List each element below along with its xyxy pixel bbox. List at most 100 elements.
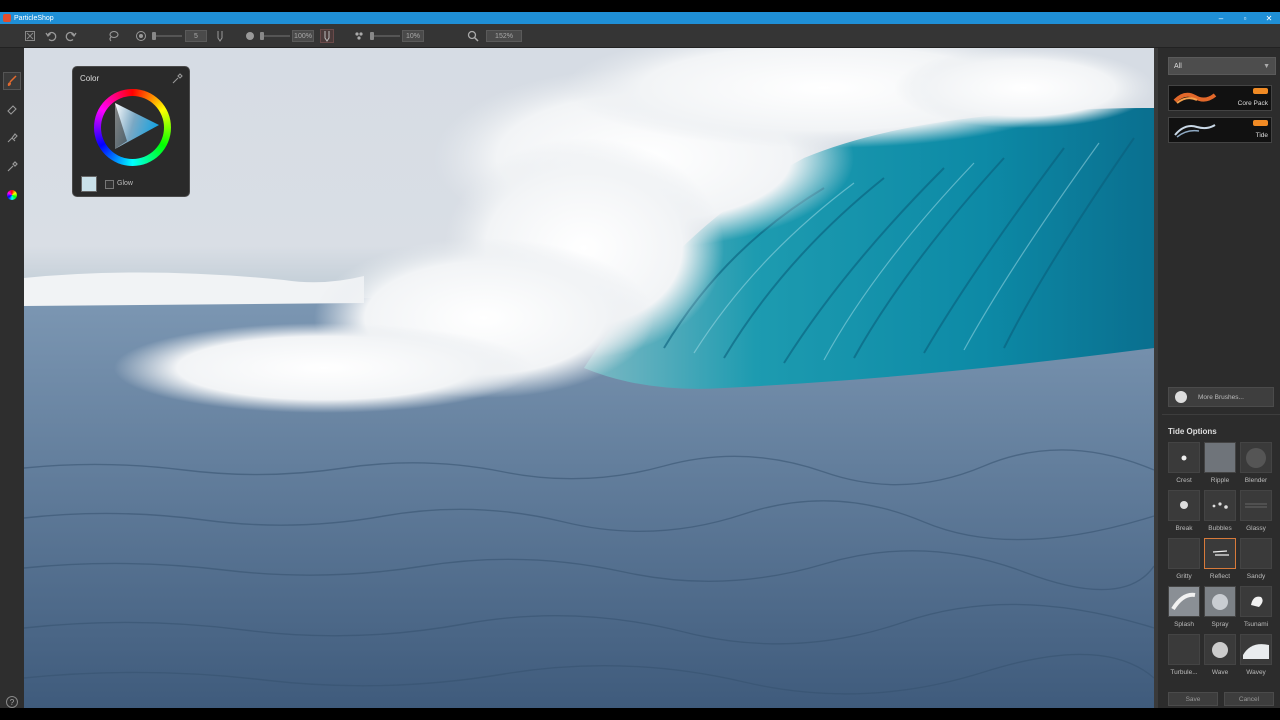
brush-thumbnail <box>1240 442 1272 473</box>
pressure-size-toggle[interactable] <box>213 29 227 43</box>
brush-thumbnail <box>1168 634 1200 665</box>
opacity-field[interactable]: 100% <box>292 30 314 42</box>
opacity-icon <box>243 29 257 43</box>
window-controls: – ▫ ✕ <box>1216 12 1274 24</box>
clear-icon <box>25 31 35 41</box>
brush-size-slider[interactable] <box>152 32 182 40</box>
brush-gritty[interactable]: Gritty <box>1168 538 1200 584</box>
current-color-swatch[interactable] <box>81 176 97 192</box>
stamp-tool[interactable] <box>3 129 21 147</box>
minimize-button[interactable]: – <box>1216 14 1226 23</box>
zoom-button[interactable] <box>466 29 480 43</box>
opacity-slider[interactable] <box>260 32 290 40</box>
pack-badge <box>1253 120 1268 126</box>
window-title: ParticleShop <box>14 14 54 22</box>
brush-thumbnail <box>1168 538 1200 569</box>
color-panel: Color Glow <box>72 66 190 197</box>
lasso-button[interactable] <box>106 29 120 43</box>
title-bar: ParticleShop – ▫ ✕ <box>0 12 1280 24</box>
brush-size-field[interactable]: 5 <box>185 30 207 42</box>
brush-spray[interactable]: Spray <box>1204 586 1236 632</box>
undo-button[interactable] <box>44 29 58 43</box>
brush-thumbnail <box>1240 490 1272 521</box>
brush-label: Crest <box>1176 477 1192 484</box>
flow-slider[interactable] <box>370 32 400 40</box>
divider <box>1162 414 1280 415</box>
brush-label: Gritty <box>1176 573 1192 580</box>
canvas-image-wave[interactable] <box>24 48 1154 708</box>
color-panel-title: Color <box>80 74 100 83</box>
particleshop-window: ParticleShop – ▫ ✕ 5 100% 10% 152% ? Col… <box>0 0 1280 720</box>
eyedropper-icon <box>7 161 18 172</box>
lasso-icon <box>109 30 119 42</box>
eraser-icon <box>7 105 17 115</box>
save-button[interactable]: Save <box>1168 692 1218 706</box>
brush-glassy[interactable]: Glassy <box>1240 490 1272 536</box>
help-icon[interactable]: ? <box>6 696 18 708</box>
pressure-opacity-toggle[interactable] <box>320 29 334 43</box>
magnifier-icon <box>467 30 479 42</box>
brush-thumbnail <box>1204 586 1236 617</box>
brush-category-select[interactable]: All ▼ <box>1168 57 1276 75</box>
eyedropper-icon[interactable] <box>171 72 183 84</box>
color-tool[interactable] <box>3 186 21 204</box>
redo-button[interactable] <box>64 29 78 43</box>
brush-pack-core[interactable]: Core Pack <box>1168 85 1272 111</box>
brush-label: Wavey <box>1246 669 1266 676</box>
brush-thumbnail <box>1204 442 1236 473</box>
flow-field[interactable]: 10% <box>402 30 424 42</box>
brush-label: Turbule... <box>1170 669 1198 676</box>
screen-letterbox-bottom <box>0 708 1280 720</box>
brush-thumbnail <box>1204 538 1236 569</box>
cancel-button[interactable]: Cancel <box>1224 692 1274 706</box>
brush-break[interactable]: Break <box>1168 490 1200 536</box>
brush-ripple[interactable]: Ripple <box>1204 442 1236 488</box>
pack-label: Core Pack <box>1237 100 1268 107</box>
zoom-field[interactable]: 152% <box>486 30 522 42</box>
brush-tool[interactable] <box>3 72 21 90</box>
brush-category-value: All <box>1174 62 1182 70</box>
clear-canvas-button[interactable] <box>23 29 37 43</box>
brush-sandy[interactable]: Sandy <box>1240 538 1272 584</box>
saturation-triangle[interactable] <box>101 99 161 157</box>
brush-label: Ripple <box>1210 477 1230 484</box>
top-toolbar: 5 100% 10% 152% <box>0 24 1280 48</box>
brush-wavey[interactable]: Wavey <box>1240 634 1272 680</box>
pack-badge <box>1253 88 1268 94</box>
brush-label: Glassy <box>1246 525 1266 532</box>
tide-pack-thumbnail <box>1174 124 1216 138</box>
stylus-icon <box>217 31 223 42</box>
brush-thumbnail <box>1168 442 1200 473</box>
brush-thumbnail <box>1204 490 1236 521</box>
brush-label: Tsunami <box>1243 621 1269 628</box>
eyedropper-tool[interactable] <box>3 158 21 176</box>
pack-label: Tide <box>1255 132 1268 139</box>
brush-thumbnail <box>1204 634 1236 665</box>
eraser-tool[interactable] <box>3 100 21 118</box>
brush-globe-icon <box>1175 391 1187 403</box>
core-pack-thumbnail <box>1173 92 1217 104</box>
brush-tsunami[interactable]: Tsunami <box>1240 586 1272 632</box>
flow-icon <box>352 29 366 43</box>
glow-checkbox[interactable] <box>105 180 114 189</box>
stamp-icon <box>7 133 18 143</box>
brush-label: Break <box>1175 525 1193 532</box>
brush-reflect[interactable]: Reflect <box>1204 538 1236 584</box>
panel-actions: Save Cancel <box>1168 692 1278 706</box>
chevron-down-icon: ▼ <box>1263 63 1270 70</box>
brush-label: Sandy <box>1246 573 1266 580</box>
brush-blender[interactable]: Blender <box>1240 442 1272 488</box>
redo-icon <box>65 31 77 42</box>
brush-panel: All ▼ Core Pack Tide More Brushes... Tid… <box>1154 48 1280 708</box>
brush-wave[interactable]: Wave <box>1204 634 1236 680</box>
brush-crest[interactable]: Crest <box>1168 442 1200 488</box>
brush-bubbles[interactable]: Bubbles <box>1204 490 1236 536</box>
brush-turbulence[interactable]: Turbule... <box>1168 634 1200 680</box>
brush-label: Reflect <box>1209 573 1231 580</box>
more-brushes-button[interactable]: More Brushes... <box>1168 387 1274 407</box>
maximize-button[interactable]: ▫ <box>1240 14 1250 23</box>
brush-splash[interactable]: Splash <box>1168 586 1200 632</box>
close-button[interactable]: ✕ <box>1264 14 1274 23</box>
brush-pack-tide[interactable]: Tide <box>1168 117 1272 143</box>
brush-icon <box>7 75 17 86</box>
